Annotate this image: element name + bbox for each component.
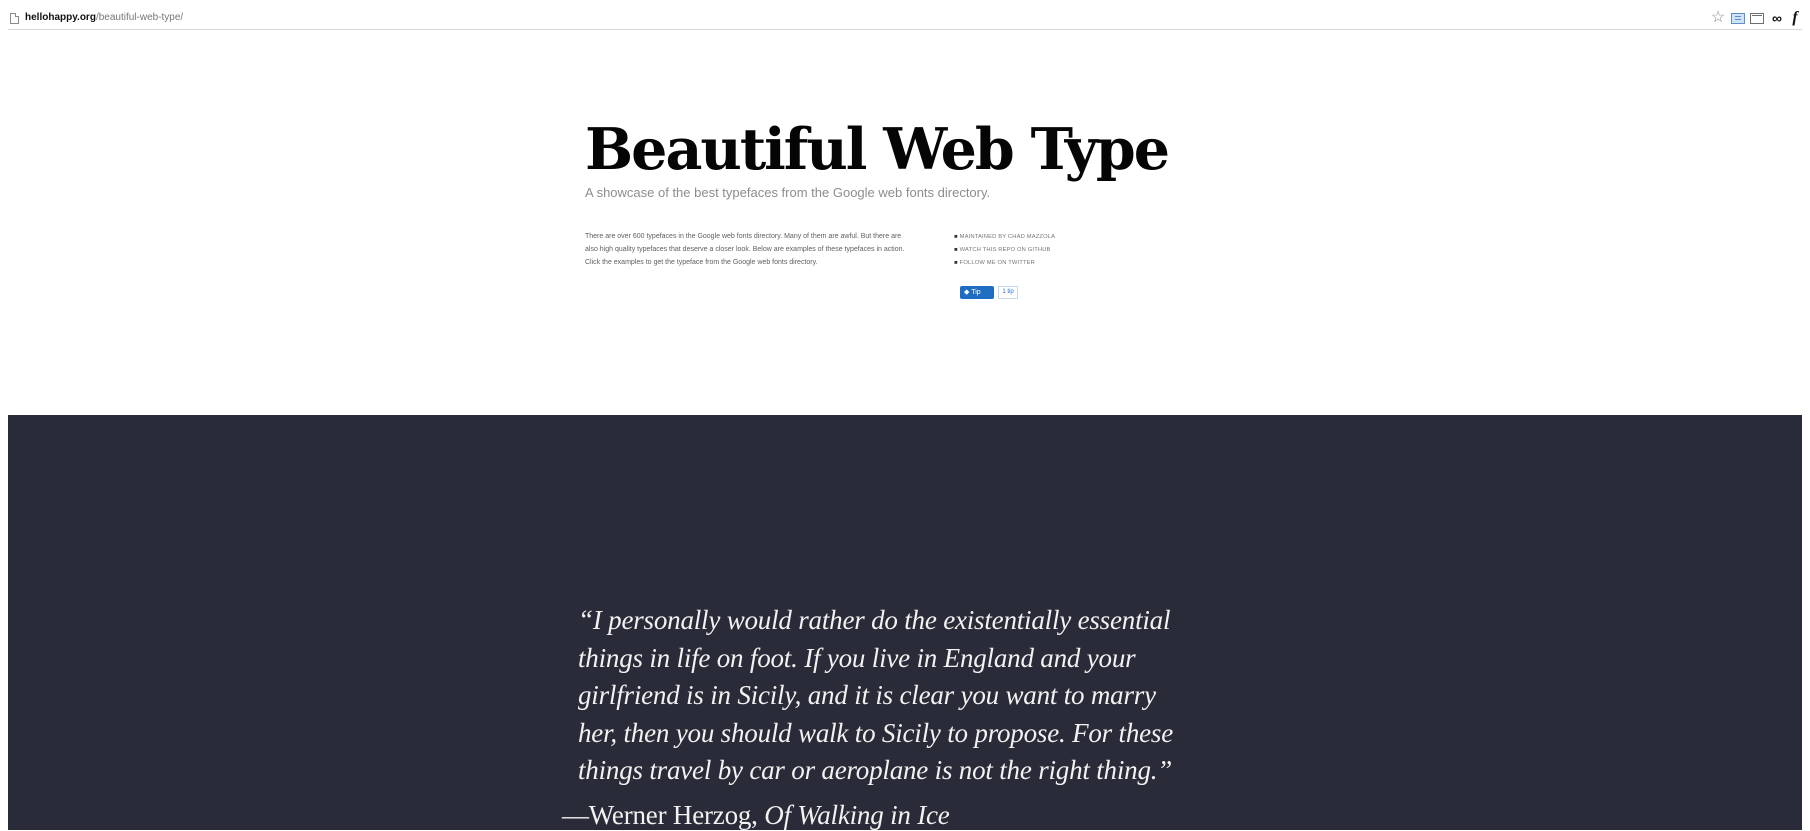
maintainer-link-label: MAINTAINED BY CHAD MAZZOLA	[959, 234, 1056, 240]
tip-widget: ◆ Tip 1 tip	[960, 286, 1018, 299]
header-section: Beautiful Web Type A showcase of the bes…	[585, 116, 1205, 316]
url-text[interactable]: hellohappy.org/beautiful-web-type/	[25, 11, 183, 25]
twitter-link[interactable]: ■ FOLLOW ME ON TWITTER	[954, 257, 1144, 270]
star-icon[interactable]: ☆	[1710, 10, 1726, 26]
bullet-icon: ■	[954, 260, 958, 266]
github-link[interactable]: ■ WATCH THIS REPO ON GITHUB	[954, 244, 1144, 257]
reader-icon[interactable]	[1731, 12, 1745, 24]
quote-author: —Werner Herzog,	[562, 800, 765, 830]
f-icon[interactable]: f	[1790, 10, 1800, 26]
browser-address-bar[interactable]: hellohappy.org/beautiful-web-type/ ☆ ∞ f	[8, 8, 1802, 30]
browser-toolbar-icons: ☆ ∞ f	[1710, 10, 1800, 26]
quote-text: “I personally would rather do the existe…	[578, 605, 1174, 785]
bullet-icon: ■	[954, 247, 958, 253]
url-path: /beautiful-web-type/	[95, 12, 184, 23]
maintainer-links: ■ MAINTAINED BY CHAD MAZZOLA ■ WATCH THIS …	[954, 231, 1144, 270]
bullet-icon: ■	[954, 234, 958, 240]
tip-button-label: Tip	[971, 289, 981, 296]
github-link-label: WATCH THIS REPO ON GITHUB	[959, 247, 1051, 253]
window-icon[interactable]	[1750, 12, 1764, 24]
twitter-link-label: FOLLOW ME ON TWITTER	[959, 260, 1036, 266]
site-title: Beautiful Web Type	[585, 116, 1170, 183]
tip-count: 1 tip	[998, 286, 1018, 299]
quote-book-title: Of Walking in Ice	[764, 800, 950, 830]
page-icon	[10, 13, 19, 24]
url-domain: hellohappy.org	[25, 12, 96, 23]
intro-paragraph: There are over 600 typefaces in the Goog…	[585, 233, 905, 266]
tip-button[interactable]: ◆ Tip	[960, 286, 994, 299]
quote-attribution: —Werner Herzog, Of Walking in Ice	[562, 799, 950, 831]
maintainer-link[interactable]: ■ MAINTAINED BY CHAD MAZZOLA	[954, 231, 1144, 244]
tip-icon: ◆	[964, 289, 970, 296]
quote-section: “I personally would rather do the existe…	[8, 415, 1802, 830]
site-subtitle: A showcase of the best typefaces from th…	[585, 185, 991, 200]
glasses-icon[interactable]: ∞	[1769, 11, 1785, 25]
